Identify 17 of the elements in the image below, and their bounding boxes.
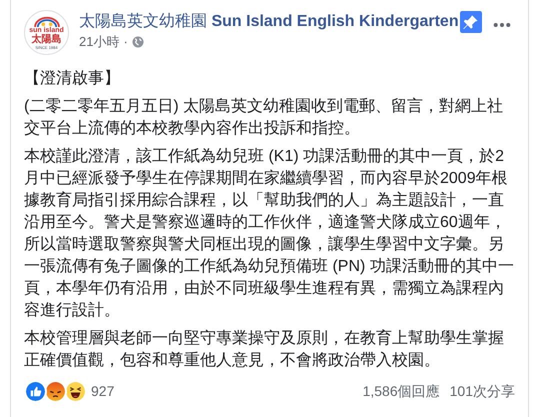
post-time-link[interactable]: 21小時 bbox=[79, 33, 120, 51]
post-paragraph: 本校謹此澄清，該工作紙為幼兒班 (K1) 功課活動冊的其中一頁，於2月中已經派發予學生在停課期間在家繼續學習，而內容早於2009年根據教育局指引採用綜合課程，以「幫助我們的人」為主題設計，一直沿用至今。警犬是警察巡邏時的工作伙伴，適逢警犬隊成立60週年，所以當時選取警察與警犬同框出現的圖像，讓學生學習中文字彙。另一張流傳有兔子圖像的工作紙為幼兒預備班 (PN) 功課活動冊的其中一頁，本學年仍有沿用，由於不同班級學生進程有異，需獨立為課程內容進行設計。 bbox=[24, 146, 515, 321]
reaction-count[interactable]: 927 bbox=[91, 381, 114, 402]
more-options-icon[interactable] bbox=[492, 22, 511, 28]
page-name-link[interactable]: 太陽島英文幼稚園 Sun Island English Kindergarten bbox=[79, 11, 459, 33]
rainbow-icon bbox=[32, 16, 60, 26]
post-paragraph: (二零二零年五月五日) 太陽島英文幼稚園收到電郵、留言，對網上社交平台上流傳的本校教學內容作出投訴和指控。 bbox=[24, 96, 504, 139]
post-paragraph: 本校管理層與老師一向堅守專業操守及原則，在教育上幫助學生掌握正確價值觀，包容和尊重他人意見，不會將政治帶入校園。 bbox=[24, 328, 505, 371]
shares-count-link[interactable]: 101次分享 bbox=[450, 381, 515, 402]
laughing-face-icon bbox=[64, 380, 87, 403]
comments-count-link[interactable]: 1,586個回應 bbox=[362, 381, 440, 402]
post-heading: 【澄清啟事】 bbox=[24, 68, 121, 89]
logo-chinese-text: 太陽島 bbox=[32, 34, 62, 44]
globe-icon bbox=[132, 36, 144, 48]
thumbs-up-icon bbox=[24, 380, 47, 403]
angry-face-icon bbox=[44, 380, 67, 403]
separator-text: · bbox=[123, 33, 128, 51]
